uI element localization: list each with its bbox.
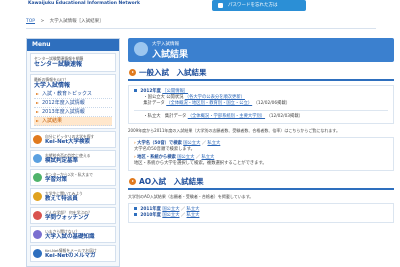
sidebar-mock-exam[interactable]: 志望校合否の判定に使える 模試判定基準 <box>30 150 116 167</box>
ao-exam-note: 大学別のAO入試結果（志願者・受験者・合格者）を掲載しています。 <box>128 194 254 199</box>
sidebar-mock-exam-title: 模試判定基準 <box>45 158 79 164</box>
sidebar-kei-net-title: Kei-Net大学検索 <box>45 139 91 145</box>
ao-slash: ／ <box>180 207 186 212</box>
private-row: ・私立大 集計データ （全体概況・学部系統別・主要大学別） （12/02/03掲… <box>134 114 388 120</box>
search-icon <box>33 135 42 144</box>
arrow-circle-icon <box>129 178 136 185</box>
search-by-region-label: 地区・系統から検索 <box>137 155 176 160</box>
chevron-right-icon: › <box>134 155 136 160</box>
private-link[interactable]: （全体概況・学部系統別・主要大学別） <box>188 114 265 119</box>
national-tally-row: 集計データ （全体概況・地区別・教育別・国立・公立） （12/02/06掲載） <box>134 101 388 107</box>
password-button-label: パスワードを忘れた方は <box>228 3 278 8</box>
breadcrumb-current: 大学入試情報［入試結果］ <box>49 19 104 24</box>
logo-text: Kawaijuku Educational Information Networ… <box>28 1 140 6</box>
year-2012-label: 2012年度 <box>140 89 161 94</box>
sidebar-teach-title: 教えて特派員 <box>45 196 78 202</box>
ao-2010-row: 2010年度 国公立大 ／ 私立大 <box>134 213 388 219</box>
search-slash: ／ <box>201 141 207 146</box>
bullet-icon <box>134 89 137 92</box>
sidebar-university-info-title: 大学入試情報 <box>34 82 71 89</box>
breadcrumb-separator: > <box>40 19 45 24</box>
ao-2010-label: 2010年度 <box>140 213 161 218</box>
sidebar-item-2012[interactable]: 2012年度入試情報 <box>34 99 112 108</box>
lock-icon <box>218 3 223 8</box>
sidebar-item-2013[interactable]: 2013年度入試情報 <box>34 108 112 117</box>
private-label: ・私立大 集計データ <box>143 114 187 119</box>
menu-heading: Menu <box>27 39 119 51</box>
ao-2010-private-link[interactable]: 私立大 <box>187 213 200 218</box>
chevron-right-icon: › <box>134 141 136 146</box>
year-2012-link[interactable]: ［公開情報］ <box>162 89 188 94</box>
sidebar-basics[interactable]: いまさら聞けない？ 大学入試の基礎知識 <box>30 226 116 243</box>
search-region-private-link[interactable]: 私立大 <box>201 155 214 160</box>
search-region-national-link[interactable]: 国公立大 <box>177 155 194 160</box>
search-slash: ／ <box>195 155 201 160</box>
national-tally-link[interactable]: （全体概況・地区別・教育別・国立・公立） <box>166 101 252 106</box>
private-date: （12/02/03掲載） <box>266 114 303 119</box>
sidebar-university-info: 最新の情報をGET！ 大学入試情報 入試・教育トピックス 2012年度入試情報 … <box>30 74 116 129</box>
bullet-icon <box>134 207 137 210</box>
national-public-label: ・国公立大 公開状況 <box>143 95 184 100</box>
sidebar-item-results[interactable]: 入試結果 <box>34 117 112 126</box>
sidebar-center-exam-title: センター試験速報 <box>34 61 83 68</box>
sidebar-item-topics[interactable]: 入試・教育トピックス <box>34 90 112 99</box>
site-logo[interactable]: Kawaijuku Educational Information Networ… <box>28 0 188 12</box>
document-icon <box>33 154 42 163</box>
sidebar-study-plan-title: 学習対策 <box>45 177 68 183</box>
mail-icon <box>33 249 42 258</box>
national-tally-date: （12/02/06掲載） <box>253 101 291 106</box>
page-title: 入試結果 <box>152 50 189 60</box>
search-by-univ-label: 大学名（50音）で検索 <box>137 141 182 146</box>
password-forgot-button[interactable]: パスワードを忘れた方は <box>212 0 306 11</box>
exam-search-box: › 大学名（50音）で検索 国公立大 ／ 私立大 大学名の50音順で検索します。… <box>128 137 394 171</box>
sidebar-kei-net-search[interactable]: 自分にピッタリの大学を探す Kei-Net大学検索 <box>30 131 116 148</box>
eye-icon <box>33 211 42 220</box>
sidebar: Menu センター試験関連情報を網羅 センター試験速報 最新の情報をGET！ 大… <box>26 38 120 267</box>
sidebar-teach[interactable]: 大学生に聞いてみよう 教えて特派員 <box>30 188 116 205</box>
search-univ-national-link[interactable]: 国公立大 <box>183 141 200 146</box>
ao-exam-box: 2011年度 国公立大 ／ 私立大 2010年度 国公立大 ／ 私立大 <box>128 203 394 223</box>
book-icon <box>33 173 42 182</box>
sidebar-study-plan[interactable]: センターから2次・私大まで 学習対策 <box>30 169 116 186</box>
national-tally-label: 集計データ <box>143 101 165 106</box>
general-exam-box: 2012年度 ［公開情報］ ・国公立大 公開状況 （各大学の公表分を順次更新） … <box>128 85 394 124</box>
ao-2011-national-link[interactable]: 国公立大 <box>162 207 179 212</box>
breadcrumb: TOP > 大学入試情報［入試結果］ <box>26 16 376 29</box>
search-by-univ-desc: 大学名の50音順で検索します。 <box>134 147 195 152</box>
sidebar-mailmag[interactable]: Kei-Net情報をメールでお届け Kei-Netのメルマガ <box>30 245 116 262</box>
site-header: Kawaijuku Educational Information Networ… <box>0 0 400 14</box>
breadcrumb-top[interactable]: TOP <box>26 19 35 24</box>
ao-2011-label: 2011年度 <box>140 207 161 212</box>
divider <box>134 110 388 111</box>
sidebar-mailmag-title: Kei-Netのメルマガ <box>45 253 96 259</box>
ao-2010-national-link[interactable]: 国公立大 <box>162 213 179 218</box>
sidebar-basics-title: 大学入試の基礎知識 <box>45 234 95 240</box>
section-general-exam-title: 一般入試 入試結果 <box>139 68 207 77</box>
ao-slash: ／ <box>180 213 186 218</box>
section-ao-exam-heading: AO入試 入試結果 <box>128 176 394 190</box>
section-ao-exam-title: AO入試 入試結果 <box>139 177 204 186</box>
page-banner: 大学入試情報 入試結果 <box>128 38 394 62</box>
sidebar-center-exam[interactable]: センター試験関連情報を網羅 センター試験速報 <box>30 53 116 72</box>
question-icon <box>33 192 42 201</box>
page: Kawaijuku Educational Information Networ… <box>0 0 400 267</box>
national-public-link[interactable]: （各大学の公表分を順次更新） <box>185 95 245 100</box>
bullet-icon <box>134 213 137 216</box>
ao-2011-private-link[interactable]: 私立大 <box>187 207 200 212</box>
info-icon <box>33 230 42 239</box>
university-icon <box>134 42 148 56</box>
general-exam-note: 2009年度から2011年度の入試結果（大学別の志願者数、受験者数、合格者数、倍… <box>128 128 340 133</box>
search-by-region-desc: 地区・系統から大学を選択して検索。複数選択することができます。 <box>134 161 267 166</box>
section-general-exam-heading: 一般入試 入試結果 <box>128 67 394 81</box>
main-content: 大学入試情報 入試結果 一般入試 入試結果 2012年度 ［公開情報］ ・国公立… <box>128 38 394 267</box>
search-univ-private-link[interactable]: 私立大 <box>207 141 220 146</box>
sidebar-watching[interactable]: どんな学部？ 何を学ぶの？ 学問ウォッチング <box>30 207 116 224</box>
sidebar-watching-title: 学問ウォッチング <box>45 215 90 221</box>
arrow-circle-icon <box>129 69 136 76</box>
